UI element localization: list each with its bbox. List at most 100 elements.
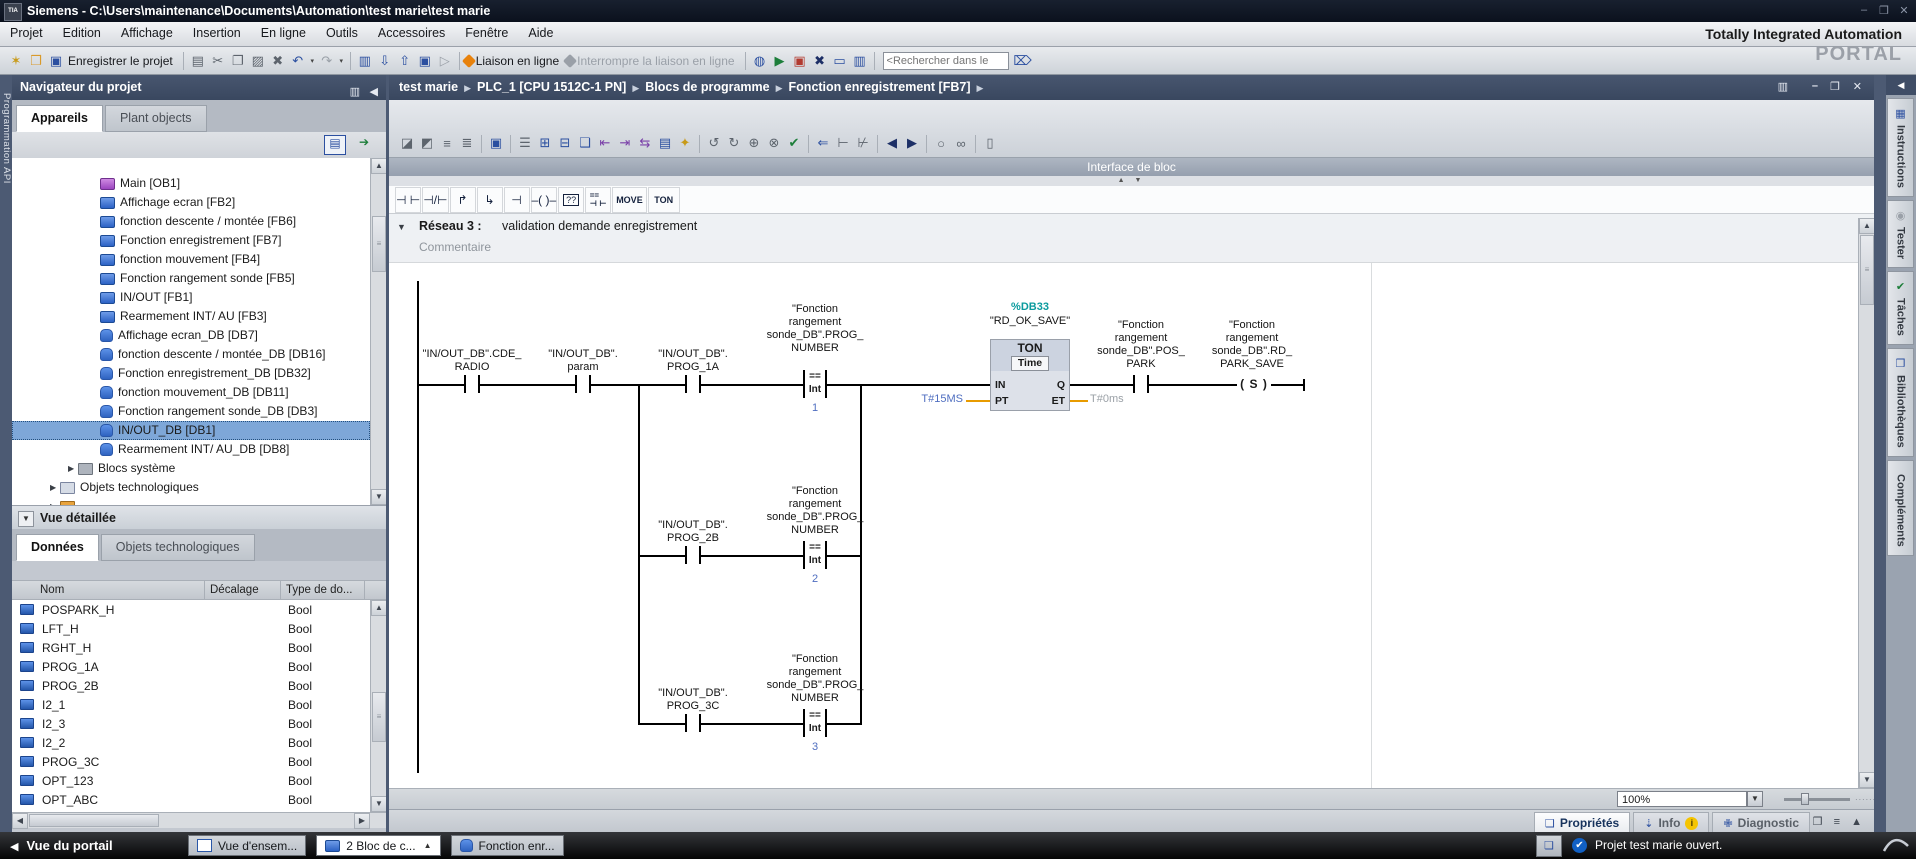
portal-view-button[interactable]: ◀Vue du portail	[10, 832, 113, 859]
ton-instruction-icon[interactable]: TON	[648, 187, 680, 213]
tree-item[interactable]: Fonction rangement sonde_DB [DB3]	[12, 402, 370, 421]
insert-input-icon[interactable]: ⇤	[595, 133, 615, 153]
editor-minimize-icon[interactable]: –	[1812, 80, 1818, 92]
compare-icon[interactable]: == ⊣ ⊢	[585, 187, 611, 213]
absolute-operands-icon[interactable]: ◪	[397, 133, 417, 153]
tree-item[interactable]: ▶ Blocs système	[12, 459, 370, 478]
compile-icon[interactable]: ▥	[355, 51, 375, 71]
table-row[interactable]: OPT_ABC Bool	[12, 790, 370, 809]
separator[interactable]	[877, 135, 878, 153]
breadcrumb-item[interactable]: PLC_1 [CPU 1512C-1 PN]	[477, 80, 626, 94]
table-row[interactable]: I2_1 Bool	[12, 695, 370, 714]
network-comment[interactable]: Commentaire	[419, 240, 491, 254]
redo-dropdown-icon[interactable]: ▾	[337, 51, 346, 71]
separator[interactable]	[459, 52, 460, 70]
close-interface-icon[interactable]: ⊬	[853, 133, 873, 153]
nc-contact-icon[interactable]: ⊣/⊢	[422, 187, 448, 213]
compare-contact[interactable]: == Int	[803, 709, 827, 737]
table-row[interactable]: I2_3 Bool	[12, 714, 370, 733]
tree-item[interactable]: fonction descente / montée [FB6]	[12, 212, 370, 231]
task-card-tab[interactable]: ❒ Bibliothèques	[1887, 348, 1914, 457]
column-name[interactable]: Nom	[40, 584, 64, 596]
editor-options-icon[interactable]: ▥	[1778, 80, 1788, 93]
go-online-icon[interactable]	[462, 53, 476, 67]
block-interface-icon[interactable]: ▤	[655, 133, 675, 153]
go-offline-button[interactable]: Interrompre la liaison en ligne	[577, 54, 734, 68]
go-online-button[interactable]: Liaison en ligne	[476, 54, 559, 68]
collapse-network-icon[interactable]: ▼	[397, 222, 406, 232]
compare-contact[interactable]: == Int	[803, 370, 827, 398]
open-reference-icon[interactable]: ➔	[354, 135, 374, 153]
redo-icon[interactable]: ↷	[317, 51, 337, 71]
tree-item[interactable]: IN/OUT [FB1]	[12, 288, 370, 307]
no-contact[interactable]	[685, 546, 701, 564]
menu-item[interactable]: En ligne	[251, 22, 316, 40]
collapse-detail-view-icon[interactable]: ▼	[18, 511, 34, 527]
navigator-tab[interactable]: Plant objects	[105, 105, 207, 132]
tree-item[interactable]: Affichage ecran_DB [DB7]	[12, 326, 370, 345]
block-interface-splitter[interactable]: Interface de bloc	[389, 158, 1874, 176]
inspector-tab[interactable]: ⇣ Info i	[1633, 812, 1709, 832]
zoom-slider[interactable]	[1784, 798, 1850, 801]
compare-value[interactable]: 3	[795, 741, 835, 753]
keep-block-icon[interactable]: ▣	[486, 133, 506, 153]
network-title[interactable]: validation demande enregistrement	[502, 219, 697, 233]
separator[interactable]	[350, 52, 351, 70]
tree-item[interactable]: fonction mouvement_DB [DB11]	[12, 383, 370, 402]
breadcrumb-item[interactable]: Blocs de programme	[645, 80, 769, 94]
swap-operands-icon[interactable]: ⇆	[635, 133, 655, 153]
ton-timer-box[interactable]: TON Time IN PT Q ET	[990, 339, 1070, 411]
operand-label[interactable]: "Fonction rangement sonde_DB".PROG_ NUMB…	[750, 303, 880, 355]
expand-comments-icon[interactable]: ≡	[437, 133, 457, 153]
table-row[interactable]: RGHT_H Bool	[12, 638, 370, 657]
start-cpu-icon[interactable]: ▣	[415, 51, 435, 71]
operand-label[interactable]: "Fonction rangement sonde_DB".PROG_ NUMB…	[750, 653, 880, 705]
menu-item[interactable]: Outils	[316, 22, 368, 40]
tree-item[interactable]: Fonction enregistrement [FB7]	[12, 231, 370, 250]
accessible-devices-icon[interactable]: ◍	[750, 51, 770, 71]
stop-runtime-icon[interactable]: ▣	[790, 51, 810, 71]
start-simulation-icon[interactable]: ▶	[770, 51, 790, 71]
copy-icon[interactable]: ❐	[228, 51, 248, 71]
search-call-points-icon[interactable]: ○	[931, 133, 951, 153]
table-row[interactable]: PROG_2B Bool	[12, 676, 370, 695]
data-block-icon[interactable]: ▯	[980, 133, 1000, 153]
detail-hscrollbar[interactable]: ◀ ▶	[12, 812, 386, 828]
editor-restore-icon[interactable]: ❐	[1830, 80, 1840, 93]
menu-item[interactable]: Accessoires	[368, 22, 455, 40]
status-log-icon[interactable]: ❏	[1536, 835, 1562, 857]
timer-name-label[interactable]: "RD_OK_SAVE"	[970, 315, 1090, 327]
restore-icon[interactable]: ❐	[1876, 4, 1892, 17]
breadcrumb-item[interactable]: Fonction enregistrement [FB7]	[789, 80, 971, 94]
operand-label[interactable]: "IN/OUT_DB". PROG_2B	[628, 519, 758, 545]
table-row[interactable]: PROG_1A Bool	[12, 657, 370, 676]
network-header[interactable]: ▼ Réseau 3 : validation demande enregist…	[389, 214, 1874, 240]
detail-view-tab[interactable]: Objets technologiques	[101, 534, 255, 561]
paste-icon[interactable]: ▨	[248, 51, 268, 71]
move-instruction-icon[interactable]: MOVE	[612, 187, 647, 213]
navigate-back-icon[interactable]: ◀	[882, 133, 902, 153]
glasses-icon[interactable]: ∞	[951, 133, 971, 153]
minimize-icon[interactable]: –	[1856, 4, 1872, 16]
separator[interactable]	[808, 135, 809, 153]
separator[interactable]	[183, 52, 184, 70]
cancel-icon[interactable]: ✖	[810, 51, 830, 71]
separator[interactable]	[745, 52, 746, 70]
cut-icon[interactable]: ✂	[208, 51, 228, 71]
symbolic-operands-icon[interactable]: ◩	[417, 133, 437, 153]
table-row[interactable]: I2_2 Bool	[12, 733, 370, 752]
split-horizontal-icon[interactable]: ▭	[830, 51, 850, 71]
task-card-tab[interactable]: ◉ Tester	[1887, 200, 1914, 268]
detail-scrollbar[interactable]: ▲ ≡ ▼	[370, 600, 386, 812]
navigator-tab[interactable]: Appareils	[16, 105, 103, 132]
separator[interactable]	[975, 135, 976, 153]
separator[interactable]	[926, 135, 927, 153]
column-type[interactable]: Type de do...	[286, 584, 353, 596]
update-block-calls-icon[interactable]: ↺	[704, 133, 724, 153]
open-all-networks-icon[interactable]: ⊞	[535, 133, 555, 153]
no-contact[interactable]	[464, 375, 480, 393]
operand-label[interactable]: "Fonction rangement sonde_DB".PROG_ NUMB…	[750, 485, 880, 537]
insert-output-icon[interactable]: ⇥	[615, 133, 635, 153]
operand-label[interactable]: "IN/OUT_DB". PROG_3C	[628, 687, 758, 713]
compare-contact[interactable]: == Int	[803, 541, 827, 569]
